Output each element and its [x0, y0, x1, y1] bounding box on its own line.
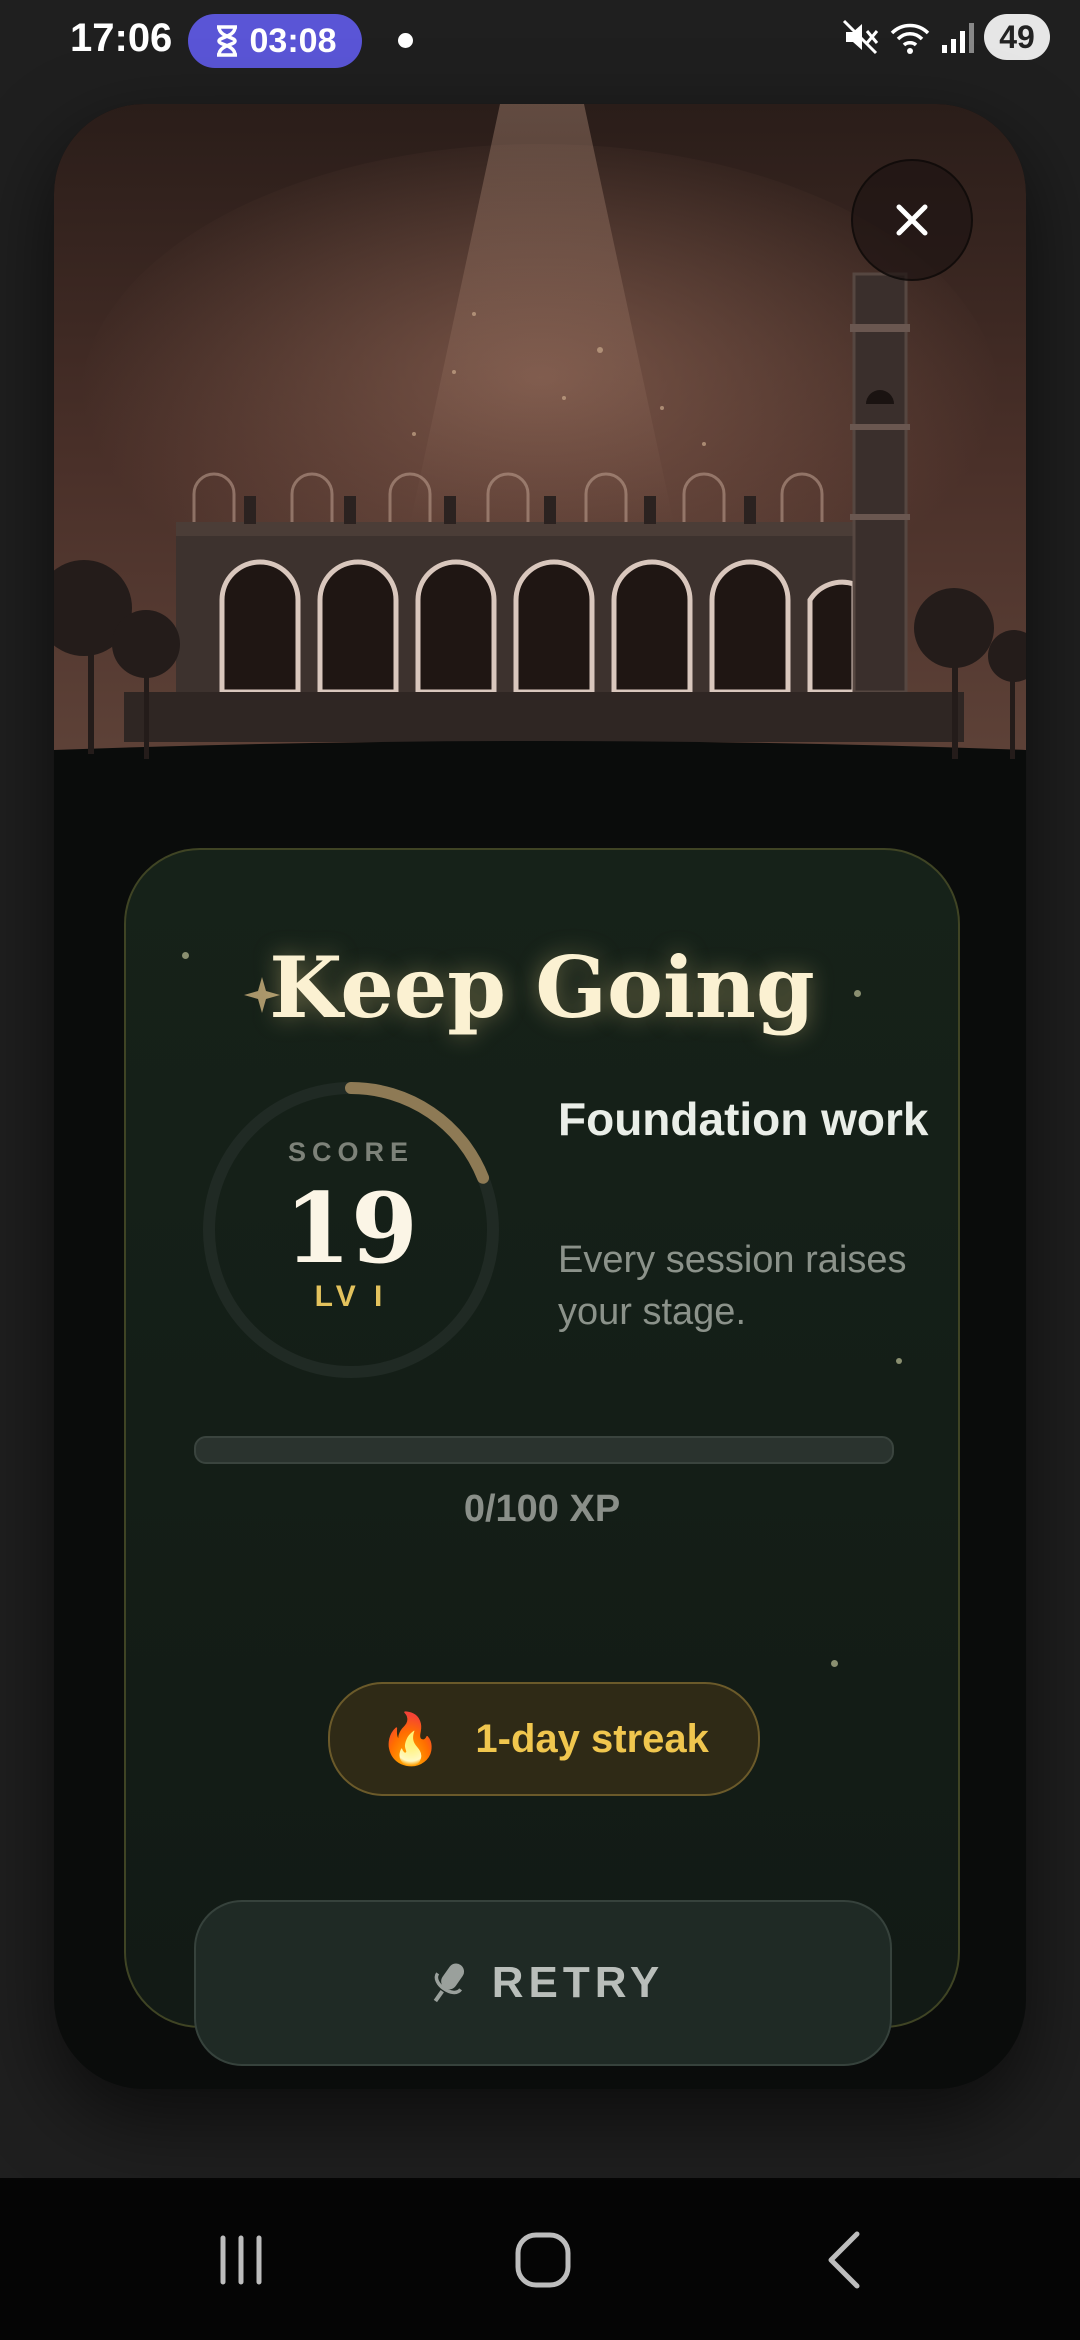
close-icon: [896, 204, 928, 236]
fire-icon: 🔥: [379, 1710, 442, 1767]
score-display: SCORE 19 LV I: [201, 1080, 501, 1380]
microphone-icon: [433, 1963, 464, 2003]
timer-value: 03:08: [249, 21, 337, 60]
retry-button[interactable]: RETRY: [194, 1900, 892, 2066]
recents-icon: [220, 2235, 262, 2285]
score-level: LV I: [314, 1280, 388, 1313]
retry-label: RETRY: [491, 1958, 665, 2007]
wifi-icon: [890, 23, 930, 54]
hourglass-icon: [216, 25, 237, 57]
close-button[interactable]: [851, 159, 973, 281]
result-modal: Keep Going SCORE 19 LV I Foundation work…: [54, 104, 1026, 2089]
score-value: 19: [284, 1172, 418, 1285]
recents-button[interactable]: [196, 2228, 286, 2292]
back-icon: [828, 2231, 860, 2289]
status-icons: 49: [840, 14, 1050, 60]
stage-title: Foundation work: [558, 1093, 929, 1145]
battery-indicator: 49: [984, 14, 1050, 60]
status-bar: 17:06 03:08 49: [0, 0, 1080, 84]
mute-icon: [842, 19, 879, 55]
home-icon: [515, 2232, 571, 2288]
score-label: SCORE: [287, 1137, 415, 1167]
back-button[interactable]: [800, 2228, 890, 2292]
result-card: Keep Going SCORE 19 LV I Foundation work…: [124, 848, 960, 2066]
streak-badge: 🔥 1-day streak: [328, 1682, 760, 1796]
stage-description: Every session raises your stage.: [558, 1239, 907, 1333]
signal-icon: [942, 23, 974, 53]
xp-progress-bar: [194, 1436, 894, 1464]
navigation-bar: [0, 2178, 1080, 2340]
result-title: Keep Going: [269, 938, 815, 1037]
streak-label: 1-day streak: [475, 1716, 709, 1761]
xp-text: 0/100 XP: [463, 1488, 621, 1530]
hero-illustration: [54, 104, 1026, 760]
notification-dot: [398, 33, 413, 48]
home-button[interactable]: [498, 2228, 588, 2292]
timer-pill[interactable]: 03:08: [188, 14, 362, 68]
status-time: 17:06: [70, 16, 173, 60]
